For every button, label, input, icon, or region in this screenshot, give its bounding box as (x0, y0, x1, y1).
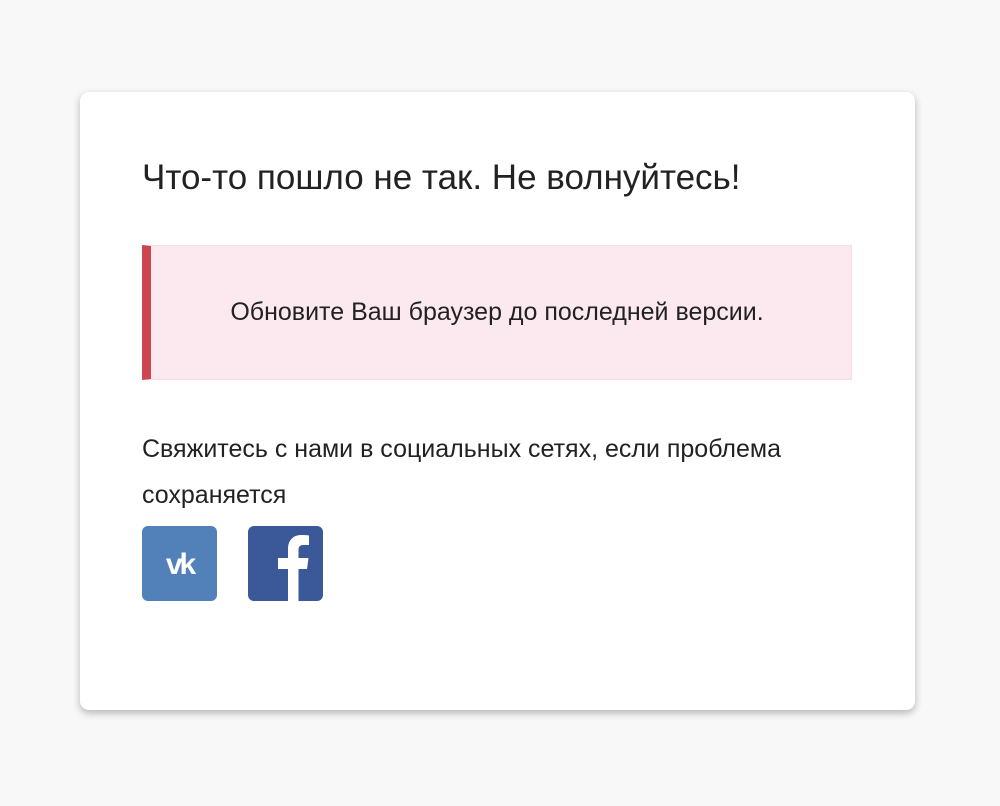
vk-icon: vk (166, 548, 200, 581)
page-title: Что-то пошло не так. Не волнуйтесь! (142, 158, 741, 197)
svg-text:vk: vk (166, 548, 197, 581)
browser-update-alert: Обновите Ваш браузер до последней версии… (142, 245, 852, 380)
social-links: vk (142, 526, 323, 601)
facebook-link[interactable] (248, 526, 323, 601)
error-card: Что-то пошло не так. Не волнуйтесь! Обно… (80, 92, 915, 710)
vk-link[interactable]: vk (142, 526, 217, 601)
contact-text: Свяжитесь с нами в социальных сетях, есл… (142, 435, 781, 509)
alert-message: Обновите Ваш браузер до последней версии… (230, 298, 764, 326)
facebook-icon (278, 535, 309, 601)
